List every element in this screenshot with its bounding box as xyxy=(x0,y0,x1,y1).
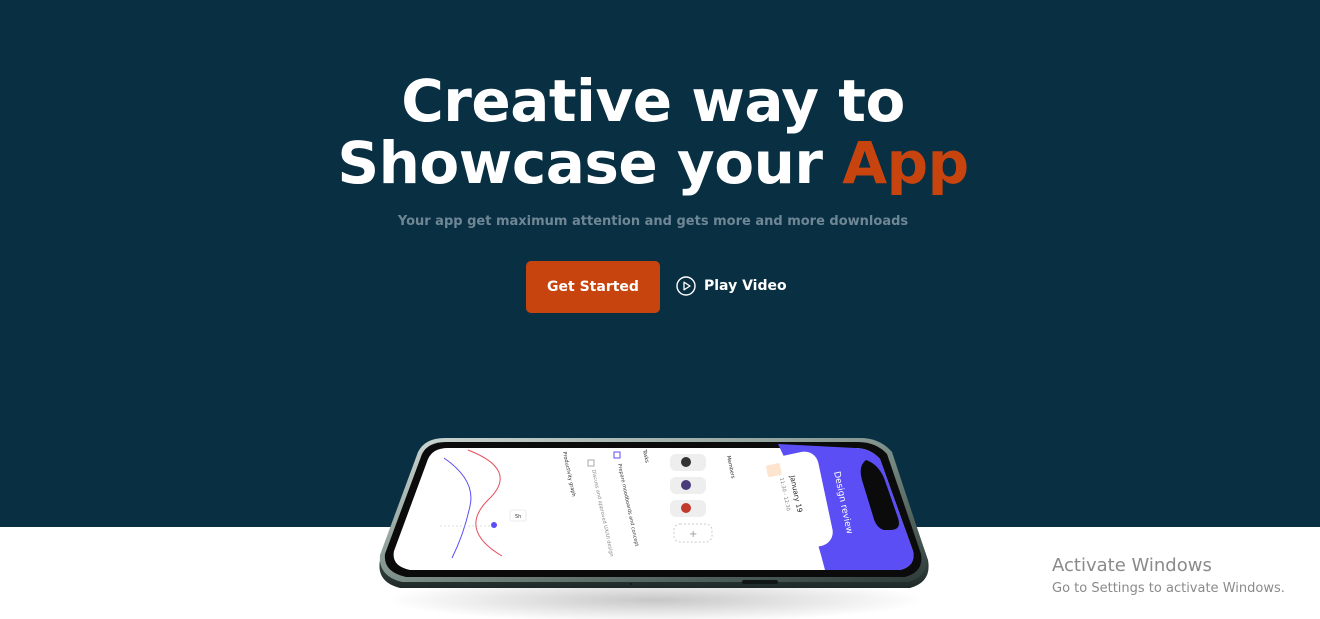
activate-windows-watermark: Activate Windows Go to Settings to activ… xyxy=(1052,555,1285,599)
side-button xyxy=(742,580,778,584)
headline-line-1: Creative way to xyxy=(401,67,905,135)
graph-badge-text: 5h xyxy=(515,514,521,520)
graph-marker xyxy=(491,522,497,528)
landing-page: Creative way to Showcase your App Your a… xyxy=(0,0,1320,619)
side-hole xyxy=(630,583,632,585)
headline-line-2: Showcase your xyxy=(337,129,823,197)
headline-accent-word: App xyxy=(842,129,969,197)
play-circle-icon xyxy=(676,276,696,296)
watermark-title: Activate Windows xyxy=(1052,555,1212,576)
play-video-button[interactable]: Play Video xyxy=(676,275,787,297)
avatar xyxy=(681,503,691,513)
watermark-subtitle: Go to Settings to activate Windows. xyxy=(1052,581,1285,596)
plus-icon: + xyxy=(689,529,697,540)
play-video-label: Play Video xyxy=(704,278,787,294)
avatar xyxy=(681,480,691,490)
avatar xyxy=(681,457,691,467)
get-started-label: Get Started xyxy=(547,279,639,295)
get-started-button[interactable]: Get Started xyxy=(526,261,660,313)
hero-subtitle: Your app get maximum attention and gets … xyxy=(397,214,909,229)
phone-mockup: Design review January 19 11:30 - 12:30 M… xyxy=(379,438,929,619)
hero-headline: Creative way to Showcase your App xyxy=(0,70,1306,194)
